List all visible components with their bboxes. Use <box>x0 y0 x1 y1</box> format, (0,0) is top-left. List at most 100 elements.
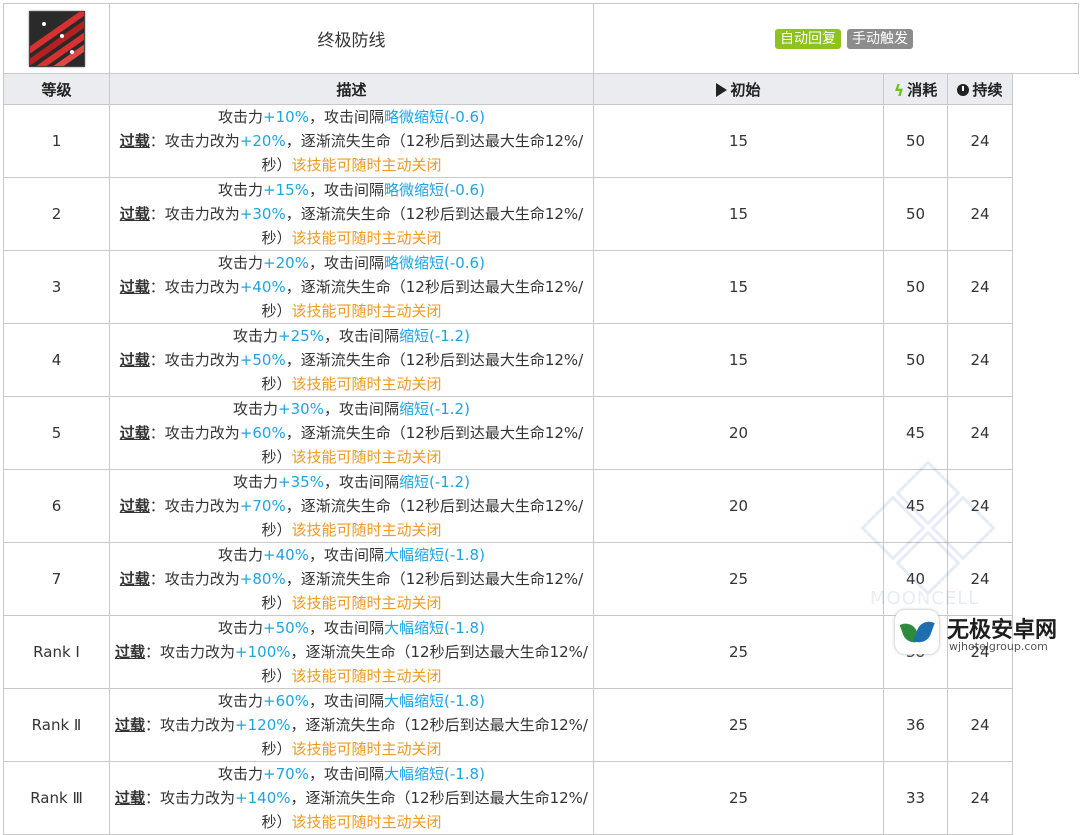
table-row: 2 攻击力+15%，攻击间隔略微缩短(-0.6) 过载：攻击力改为+30%，逐渐流失… <box>3 177 1079 251</box>
overload-label: 过载 <box>119 424 150 442</box>
table-row: 3 攻击力+20%，攻击间隔略微缩短(-0.6) 过载：攻击力改为+40%，逐渐流失… <box>3 250 1079 324</box>
table-row: Rank Ⅲ 攻击力+70%，攻击间隔大幅缩短(-1.8) 过载：攻击力改为+140… <box>3 761 1079 835</box>
initial-cell: 15 <box>593 323 884 397</box>
level-cell: 1 <box>3 104 110 178</box>
overload-label: 过载 <box>115 716 146 734</box>
desc-line-2: 过载：攻击力改为+30%，逐渐流失生命（12秒后到达最大生命12%/秒）该技能可… <box>119 205 584 247</box>
cost-cell: 50 <box>883 177 948 251</box>
desc-line-2: 过载：攻击力改为+70%，逐渐流失生命（12秒后到达最大生命12%/秒）该技能可… <box>119 497 584 539</box>
skill-name: 终极防线 <box>109 3 594 74</box>
desc-line-2: 过载：攻击力改为+80%，逐渐流失生命（12秒后到达最大生命12%/秒）该技能可… <box>119 570 584 612</box>
overload-label: 过载 <box>119 351 150 369</box>
overload-label: 过载 <box>119 205 150 223</box>
desc-cell: 攻击力+40%，攻击间隔大幅缩短(-1.8) 过载：攻击力改为+80%，逐渐流失生… <box>109 542 594 616</box>
desc-line-2: 过载：攻击力改为+50%，逐渐流失生命（12秒后到达最大生命12%/秒）该技能可… <box>119 351 584 393</box>
desc-line-2: 过载：攻击力改为+140%，逐渐流失生命（12秒后到达最大生命12%/秒）该技能… <box>115 789 588 831</box>
initial-cell: 25 <box>593 542 884 616</box>
overload-label: 过载 <box>115 789 146 807</box>
level-cell: 2 <box>3 177 110 251</box>
desc-line-1: 攻击力+50%，攻击间隔大幅缩短(-1.8) <box>218 619 485 637</box>
tag-auto-recovery: 自动回复 <box>775 28 841 49</box>
tag-manual-trigger: 手动触发 <box>847 28 913 49</box>
initial-cell: 20 <box>593 396 884 470</box>
table-row: 4 攻击力+25%，攻击间隔缩短(-1.2) 过载：攻击力改为+50%，逐渐流失生命… <box>3 323 1079 397</box>
desc-cell: 攻击力+30%，攻击间隔缩短(-1.2) 过载：攻击力改为+60%，逐渐流失生命（… <box>109 396 594 470</box>
cost-cell: 50 <box>883 323 948 397</box>
table-row: 1 攻击力+10%，攻击间隔略微缩短(-0.6) 过载：攻击力改为+20%，逐渐流失… <box>3 104 1079 178</box>
overload-label: 过载 <box>119 132 150 150</box>
desc-line-2: 过载：攻击力改为+100%，逐渐流失生命（12秒后到达最大生命12%/秒）该技能… <box>115 643 588 685</box>
skill-icon <box>28 10 85 67</box>
table-row: 6 攻击力+35%，攻击间隔缩短(-1.2) 过载：攻击力改为+70%，逐渐流失生命… <box>3 469 1079 543</box>
desc-line-1: 攻击力+15%，攻击间隔略微缩短(-0.6) <box>218 181 485 199</box>
cost-cell: 40 <box>883 542 948 616</box>
header-desc: 描述 <box>109 73 594 105</box>
brand-logo-icon <box>895 610 939 654</box>
skill-tags: 自动回复 手动触发 <box>593 3 1079 74</box>
desc-line-2: 过载：攻击力改为+40%，逐渐流失生命（12秒后到达最大生命12%/秒）该技能可… <box>119 278 584 320</box>
overload-label: 过载 <box>119 570 150 588</box>
cost-cell: 36 <box>883 688 948 762</box>
header-cost: ϟ 消耗 <box>883 73 948 105</box>
level-cell: 5 <box>3 396 110 470</box>
overload-label: 过载 <box>119 497 150 515</box>
duration-cell: 24 <box>947 688 1013 762</box>
desc-line-2: 过载：攻击力改为+20%，逐渐流失生命（12秒后到达最大生命12%/秒）该技能可… <box>119 132 584 174</box>
site-brand: 无极安卓网 wjhotelgroup.com <box>895 608 1075 658</box>
skill-icon-cell <box>3 3 110 74</box>
desc-line-1: 攻击力+20%，攻击间隔略微缩短(-0.6) <box>218 254 485 272</box>
table-body: 1 攻击力+10%，攻击间隔略微缩短(-0.6) 过载：攻击力改为+20%，逐渐流失… <box>3 104 1079 835</box>
desc-cell: 攻击力+35%，攻击间隔缩短(-1.2) 过载：攻击力改为+70%，逐渐流失生命（… <box>109 469 594 543</box>
cost-cell: 45 <box>883 396 948 470</box>
overload-label: 过载 <box>115 643 146 661</box>
initial-cell: 25 <box>593 761 884 835</box>
duration-cell: 24 <box>947 177 1013 251</box>
skill-table: 终极防线 自动回复 手动触发 等级 描述 初始 ϟ 消耗 持续 1 攻击力+10%，攻… <box>3 3 1079 835</box>
header-duration: 持续 <box>947 73 1013 105</box>
desc-line-1: 攻击力+10%，攻击间隔略微缩短(-0.6) <box>218 108 485 126</box>
lightning-icon: ϟ <box>893 80 905 100</box>
desc-line-1: 攻击力+30%，攻击间隔缩短(-1.2) <box>233 400 470 418</box>
overload-label: 过载 <box>119 278 150 296</box>
play-icon <box>716 83 728 97</box>
cost-cell: 45 <box>883 469 948 543</box>
initial-cell: 15 <box>593 250 884 324</box>
duration-cell: 24 <box>947 250 1013 324</box>
desc-cell: 攻击力+10%，攻击间隔略微缩短(-0.6) 过载：攻击力改为+20%，逐渐流失生… <box>109 104 594 178</box>
duration-cell: 24 <box>947 104 1013 178</box>
desc-cell: 攻击力+50%，攻击间隔大幅缩短(-1.8) 过载：攻击力改为+100%，逐渐流失… <box>109 615 594 689</box>
table-row: 7 攻击力+40%，攻击间隔大幅缩短(-1.8) 过载：攻击力改为+80%，逐渐流失… <box>3 542 1079 616</box>
desc-line-1: 攻击力+40%，攻击间隔大幅缩短(-1.8) <box>218 546 485 564</box>
desc-line-1: 攻击力+70%，攻击间隔大幅缩短(-1.8) <box>218 765 485 783</box>
initial-cell: 15 <box>593 177 884 251</box>
initial-cell: 25 <box>593 615 884 689</box>
desc-cell: 攻击力+60%，攻击间隔大幅缩短(-1.8) 过载：攻击力改为+120%，逐渐流失… <box>109 688 594 762</box>
cost-cell: 50 <box>883 104 948 178</box>
clock-icon <box>957 84 970 96</box>
desc-line-2: 过载：攻击力改为+120%，逐渐流失生命（12秒后到达最大生命12%/秒）该技能… <box>115 716 588 758</box>
desc-cell: 攻击力+20%，攻击间隔略微缩短(-0.6) 过载：攻击力改为+40%，逐渐流失生… <box>109 250 594 324</box>
duration-cell: 24 <box>947 761 1013 835</box>
duration-cell: 24 <box>947 323 1013 397</box>
desc-line-1: 攻击力+35%，攻击间隔缩短(-1.2) <box>233 473 470 491</box>
level-cell: Rank Ⅱ <box>3 688 110 762</box>
header-initial: 初始 <box>593 73 884 105</box>
brand-url: wjhotelgroup.com <box>949 640 1048 653</box>
skill-title-row: 终极防线 自动回复 手动触发 <box>3 3 1079 74</box>
header-level: 等级 <box>3 73 110 105</box>
table-header-row: 等级 描述 初始 ϟ 消耗 持续 <box>3 73 1079 105</box>
level-cell: 6 <box>3 469 110 543</box>
desc-cell: 攻击力+70%，攻击间隔大幅缩短(-1.8) 过载：攻击力改为+140%，逐渐流失… <box>109 761 594 835</box>
table-row: 5 攻击力+30%，攻击间隔缩短(-1.2) 过载：攻击力改为+60%，逐渐流失生命… <box>3 396 1079 470</box>
initial-cell: 25 <box>593 688 884 762</box>
duration-cell: 24 <box>947 542 1013 616</box>
table-row: Rank Ⅱ 攻击力+60%，攻击间隔大幅缩短(-1.8) 过载：攻击力改为+120… <box>3 688 1079 762</box>
duration-cell: 24 <box>947 396 1013 470</box>
level-cell: 3 <box>3 250 110 324</box>
cost-cell: 33 <box>883 761 948 835</box>
initial-cell: 20 <box>593 469 884 543</box>
level-cell: 4 <box>3 323 110 397</box>
desc-line-1: 攻击力+25%，攻击间隔缩短(-1.2) <box>233 327 470 345</box>
desc-cell: 攻击力+15%，攻击间隔略微缩短(-0.6) 过载：攻击力改为+30%，逐渐流失生… <box>109 177 594 251</box>
level-cell: Rank Ⅲ <box>3 761 110 835</box>
